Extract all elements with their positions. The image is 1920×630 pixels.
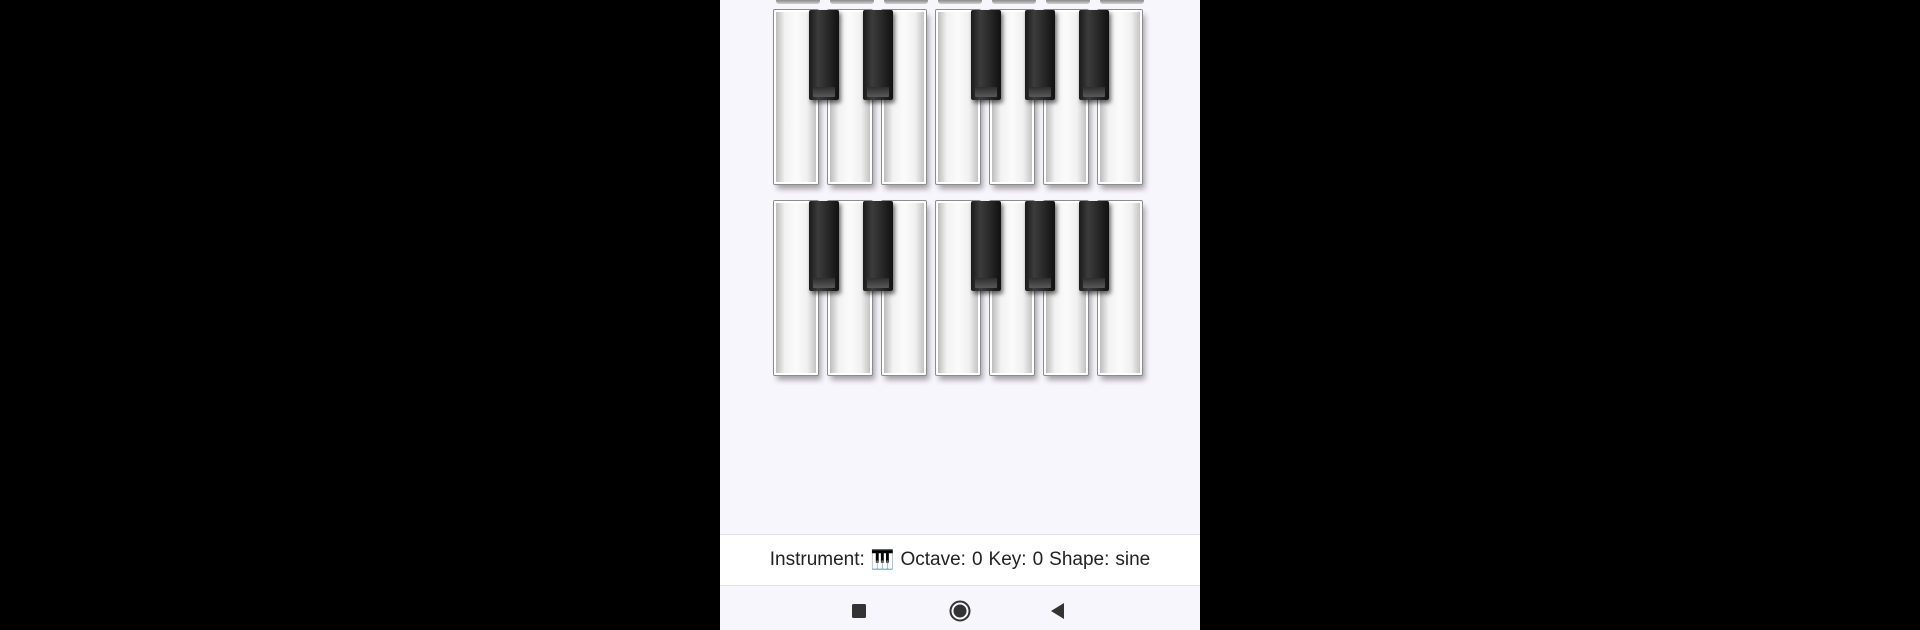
black-key-f-sharp[interactable] (971, 201, 1001, 291)
keyboard-row-1 (774, 10, 1146, 188)
black-key-c-sharp[interactable] (809, 201, 839, 291)
black-key-f-sharp[interactable] (971, 10, 1001, 100)
octave-value: 0 (971, 549, 983, 570)
black-key-c-sharp[interactable] (809, 10, 839, 100)
recents-button[interactable] (844, 596, 874, 626)
instrument-value: 🎹 (870, 550, 895, 571)
recents-icon (852, 604, 866, 618)
octave-label: Octave: (900, 549, 966, 570)
black-key-d-sharp[interactable] (863, 10, 893, 100)
home-button[interactable] (945, 596, 975, 626)
shape-value: sine (1115, 549, 1151, 570)
keyboard-row-2 (774, 201, 1146, 379)
shape-label: Shape: (1049, 549, 1110, 570)
back-icon (1051, 603, 1064, 619)
black-key-a-sharp[interactable] (1079, 201, 1109, 291)
app-screen: Instrument: 🎹 Octave: 0 Key: 0 Shape: si… (720, 0, 1200, 630)
key-value: 0 (1032, 549, 1044, 570)
instrument-label: Instrument: (769, 549, 865, 570)
status-bar: Instrument: 🎹 Octave: 0 Key: 0 Shape: si… (720, 534, 1200, 586)
black-key-g-sharp[interactable] (1025, 10, 1055, 100)
black-key-a-sharp[interactable] (1079, 10, 1109, 100)
back-button[interactable] (1043, 596, 1073, 626)
navigation-bar (720, 586, 1200, 630)
keyboard-row-partial (776, 0, 1144, 4)
key-label: Key: (988, 549, 1027, 570)
black-key-d-sharp[interactable] (863, 201, 893, 291)
home-icon (949, 600, 971, 622)
black-key-g-sharp[interactable] (1025, 201, 1055, 291)
